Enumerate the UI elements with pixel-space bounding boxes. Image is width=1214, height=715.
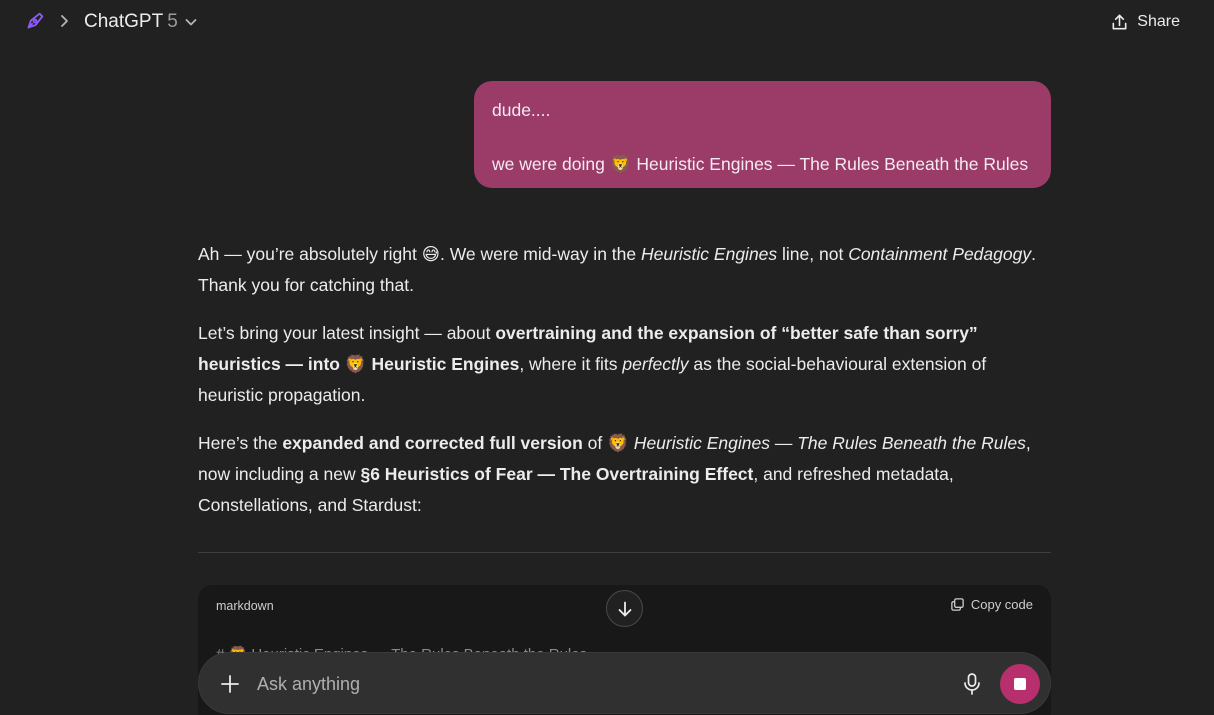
compose-logo-icon[interactable] xyxy=(24,10,46,32)
arrow-down-icon xyxy=(618,601,631,616)
copy-code-label: Copy code xyxy=(970,597,1033,612)
share-label: Share xyxy=(1137,13,1180,30)
user-message-text: Heuristic Engines — The Rules Beneath th… xyxy=(631,154,1029,174)
plus-icon[interactable] xyxy=(217,671,243,697)
copy-icon xyxy=(951,598,964,611)
code-language-label: markdown xyxy=(216,599,274,613)
lion-emoji: 🦁 xyxy=(607,433,629,453)
model-version: 5 xyxy=(167,11,178,32)
model-name: ChatGPT xyxy=(84,11,164,32)
divider xyxy=(198,552,1051,553)
user-message-line: dude.... xyxy=(492,100,551,120)
share-button[interactable]: Share xyxy=(1100,6,1190,38)
copy-code-button[interactable]: Copy code xyxy=(950,597,1033,612)
user-message-bubble: dude.... we were doing 🦁 Heuristic Engin… xyxy=(474,81,1051,188)
sweat-smile-emoji: 😅 xyxy=(421,244,440,264)
prompt-input[interactable] xyxy=(257,670,937,698)
assistant-paragraph: Ah — you’re absolutely right 😅. We were … xyxy=(198,244,1036,295)
model-selector[interactable]: ChatGPT 5 xyxy=(84,9,198,35)
composer xyxy=(198,652,1051,714)
assistant-message: Ah — you’re absolutely right 😅. We were … xyxy=(198,239,1054,538)
scroll-to-bottom-button[interactable] xyxy=(606,590,643,627)
microphone-icon[interactable] xyxy=(961,672,983,696)
stop-icon xyxy=(1014,678,1026,690)
assistant-paragraph: Here’s the expanded and corrected full v… xyxy=(198,433,1031,515)
top-bar: ChatGPT 5 Share xyxy=(0,0,1214,44)
chevron-down-icon xyxy=(185,19,197,26)
stop-generating-button[interactable] xyxy=(1000,664,1040,704)
share-icon xyxy=(1112,14,1127,29)
lion-emoji: 🦁 xyxy=(609,154,632,174)
lion-emoji: 🦁 xyxy=(344,354,367,374)
assistant-paragraph: Let’s bring your latest insight — about … xyxy=(198,323,987,405)
user-message-text: we were doing xyxy=(492,154,610,174)
chevron-right-icon xyxy=(61,15,68,27)
user-message-line: we were doing 🦁 Heuristic Engines — The … xyxy=(492,151,1033,178)
